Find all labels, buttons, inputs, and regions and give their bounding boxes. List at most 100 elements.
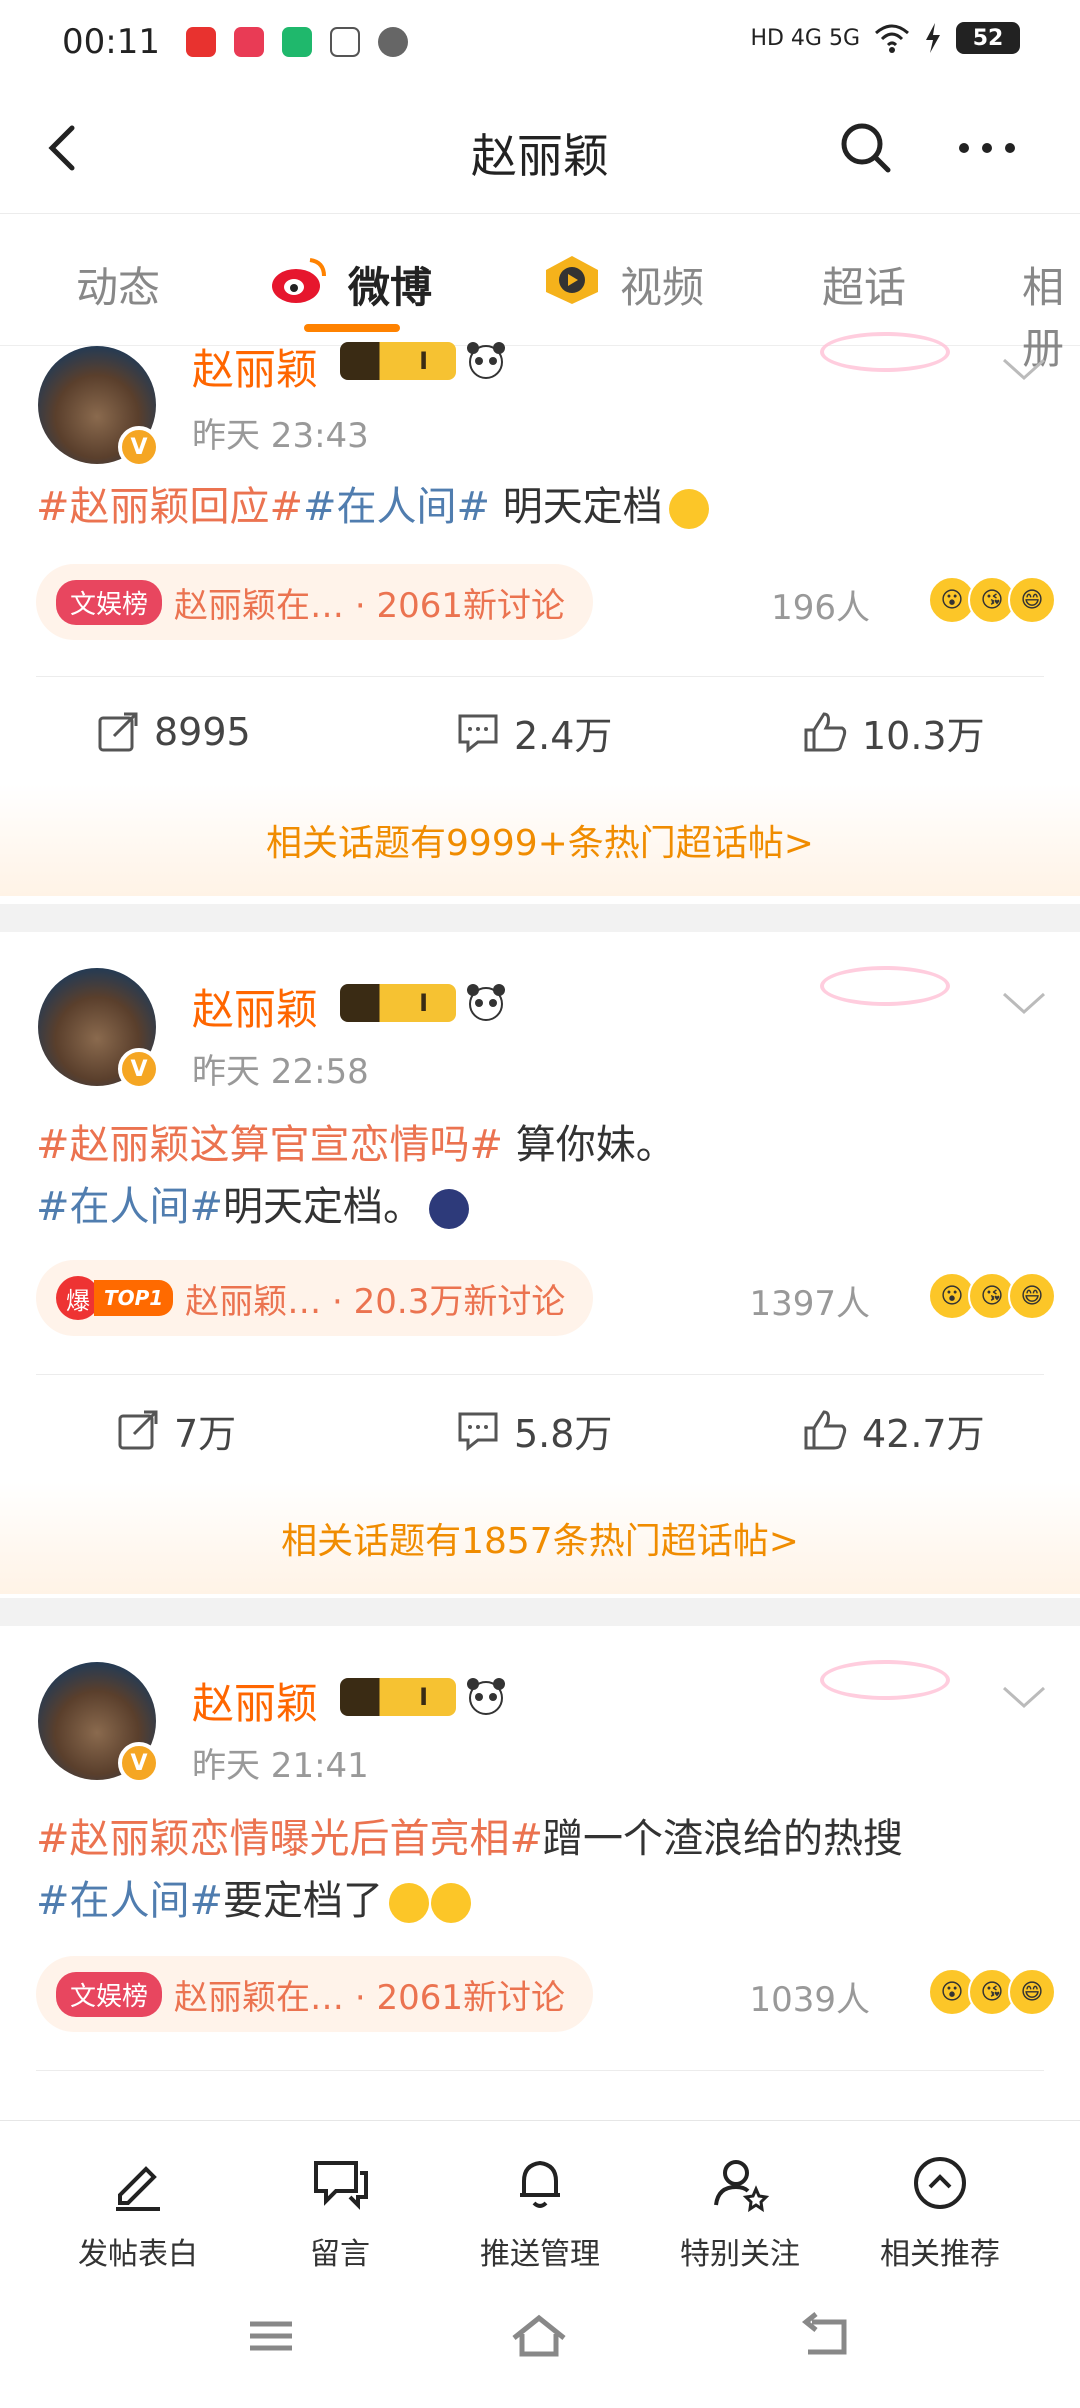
section-gap bbox=[0, 1598, 1080, 1626]
topic-link[interactable]: #在人间# bbox=[36, 1184, 223, 1230]
special-follow-button[interactable]: 特别关注 bbox=[640, 2151, 840, 2273]
author-name[interactable]: 赵丽颖 bbox=[192, 1670, 318, 1731]
circle-icon bbox=[377, 27, 408, 57]
chevron-down-icon[interactable] bbox=[1000, 354, 1048, 384]
tab-video[interactable]: 视频 bbox=[620, 254, 704, 315]
post-text: 算你妹。 bbox=[503, 1122, 676, 1168]
reaction-emojis[interactable]: 😮 😘 😄 bbox=[928, 1272, 1056, 1320]
like-count: 10.3万 bbox=[862, 713, 985, 758]
related-topics-link[interactable]: 相关话题有1857条热门超话帖> bbox=[0, 1482, 1080, 1594]
bottom-label: 特别关注 bbox=[680, 2237, 800, 2272]
system-nav-bar bbox=[0, 2270, 1080, 2408]
emoji-icon bbox=[668, 489, 709, 529]
status-right: HD 4G 5G 52 bbox=[750, 22, 1020, 54]
panda-icon bbox=[467, 984, 505, 1021]
author-name[interactable]: 赵丽颖 bbox=[192, 976, 318, 1037]
avatar[interactable]: V bbox=[38, 968, 160, 1090]
post-content: #赵丽颖恋情曝光后首亮相#蹭一个渣浪给的热搜 #在人间#要定档了 bbox=[36, 1808, 1046, 1932]
hot-topic-chip[interactable]: 文娱榜 赵丽颖在… · 2061新讨论 bbox=[36, 564, 593, 640]
post-time: 昨天 23:43 bbox=[192, 416, 369, 456]
menu-icon[interactable] bbox=[236, 2306, 306, 2366]
chevron-down-icon[interactable] bbox=[1000, 1682, 1048, 1712]
level-badge: I bbox=[340, 984, 456, 1022]
netease-icon bbox=[185, 27, 216, 57]
reaction-count: 196人 bbox=[771, 588, 870, 628]
avatar[interactable]: V bbox=[38, 1662, 160, 1784]
hot-topic-chip[interactable]: 文娱榜 赵丽颖在… · 2061新讨论 bbox=[36, 1956, 593, 2032]
tab-chaohua[interactable]: 超话 bbox=[822, 254, 906, 315]
emoji-icon bbox=[389, 1883, 430, 1923]
active-tab-indicator bbox=[304, 324, 400, 332]
user-star-icon bbox=[714, 2160, 770, 2213]
like-count: 42.7万 bbox=[862, 1411, 985, 1456]
related-topics-link[interactable]: 相关话题有9999+条热门超话帖> bbox=[0, 784, 1080, 896]
author-name[interactable]: 赵丽颖 bbox=[192, 336, 318, 397]
moon-emoji-icon bbox=[429, 1189, 470, 1229]
comment-icon bbox=[458, 1412, 498, 1452]
divider bbox=[36, 676, 1044, 677]
verified-badge: V bbox=[118, 1742, 160, 1784]
post-content: #赵丽颖回应##在人间# 明天定档 bbox=[36, 476, 1046, 538]
post-confession-button[interactable]: 发帖表白 bbox=[38, 2151, 238, 2273]
repost-button[interactable]: 7万 bbox=[116, 1380, 236, 1480]
section-gap bbox=[0, 904, 1080, 932]
tab-dongtai[interactable]: 动态 bbox=[76, 254, 160, 315]
comment-button[interactable]: 2.4万 bbox=[456, 682, 612, 782]
topic-link[interactable]: #赵丽颖回应# bbox=[36, 484, 303, 530]
profile-tabs: 动态 微博 视频 超话 相册 bbox=[0, 214, 1080, 373]
bell-icon bbox=[520, 2160, 560, 2208]
post-card[interactable]: V 赵丽颖 I 昨天 23:43 #赵丽颖回应##在人间# 明天定档 文娱榜 赵丽… bbox=[0, 332, 1080, 906]
tab-weibo[interactable]: 微博 bbox=[348, 254, 432, 315]
reaction-emojis[interactable]: 😮 😘 😄 bbox=[928, 576, 1056, 624]
search-icon[interactable] bbox=[836, 118, 896, 178]
post-text: 要定档了 bbox=[223, 1878, 384, 1924]
reaction-emojis[interactable]: 😮 😘 😄 bbox=[928, 1968, 1056, 2016]
like-icon bbox=[804, 712, 847, 752]
topic-link[interactable]: #在人间# bbox=[303, 484, 490, 530]
alipay-icon bbox=[329, 27, 360, 57]
video-icon bbox=[546, 256, 598, 304]
back-nav-icon[interactable] bbox=[790, 2306, 860, 2366]
decoration-icon bbox=[820, 1660, 950, 1700]
panda-icon bbox=[467, 1678, 505, 1715]
message-button[interactable]: 留言 bbox=[240, 2151, 440, 2273]
push-settings-button[interactable]: 推送管理 bbox=[440, 2151, 640, 2273]
like-button[interactable]: 10.3万 bbox=[802, 682, 985, 782]
chevron-down-icon[interactable] bbox=[1000, 988, 1048, 1018]
laugh-emoji-icon: 😄 bbox=[1008, 576, 1056, 624]
top-rank: TOP1 bbox=[94, 1280, 174, 1316]
related-recommend-button[interactable]: 相关推荐 bbox=[840, 2151, 1040, 2273]
chip-text: 赵丽颖在… · 2061新讨论 bbox=[174, 1977, 565, 2018]
chip-badge: 文娱榜 bbox=[56, 579, 163, 625]
comment-count: 5.8万 bbox=[514, 1411, 613, 1456]
repost-count: 7万 bbox=[174, 1411, 237, 1456]
like-button[interactable]: 42.7万 bbox=[802, 1380, 985, 1480]
repost-button[interactable]: 8995 bbox=[96, 682, 251, 782]
level-badge: I bbox=[340, 342, 456, 380]
comment-button[interactable]: 5.8万 bbox=[456, 1380, 612, 1480]
status-time: 00:11 bbox=[62, 22, 160, 62]
post-text: 蹭一个渣浪给的热搜 bbox=[543, 1816, 904, 1862]
post-card[interactable]: V 赵丽颖 I 昨天 22:58 #赵丽颖这算官宣恋情吗# 算你妹。 #在人间#明… bbox=[0, 932, 1080, 1594]
circle-up-icon bbox=[914, 2157, 966, 2209]
app-icon bbox=[281, 27, 312, 57]
avatar[interactable]: V bbox=[38, 346, 160, 468]
topic-link[interactable]: #在人间# bbox=[36, 1878, 223, 1924]
bottom-label: 相关推荐 bbox=[880, 2237, 1000, 2272]
repost-count: 8995 bbox=[154, 710, 251, 754]
bottom-label: 推送管理 bbox=[480, 2237, 600, 2272]
hot-topic-chip[interactable]: 爆 TOP1 赵丽颖… · 20.3万新讨论 bbox=[36, 1260, 594, 1336]
comment-icon bbox=[458, 714, 498, 754]
repost-icon bbox=[118, 1410, 158, 1450]
more-icon[interactable] bbox=[952, 118, 1022, 178]
decoration-icon bbox=[820, 966, 950, 1006]
home-icon[interactable] bbox=[504, 2306, 574, 2366]
topic-link[interactable]: #赵丽颖这算官宣恋情吗# bbox=[36, 1122, 503, 1168]
network-indicator: HD 4G 5G bbox=[750, 25, 860, 51]
xiaohongshu-icon bbox=[233, 27, 264, 57]
divider bbox=[36, 1374, 1044, 1375]
topic-link[interactable]: #赵丽颖恋情曝光后首亮相# bbox=[36, 1816, 543, 1862]
like-icon bbox=[804, 1410, 847, 1450]
post-card[interactable]: V 赵丽颖 I 昨天 21:41 #赵丽颖恋情曝光后首亮相#蹭一个渣浪给的热搜 #… bbox=[0, 1626, 1080, 2120]
emoji-icon bbox=[431, 1883, 472, 1923]
